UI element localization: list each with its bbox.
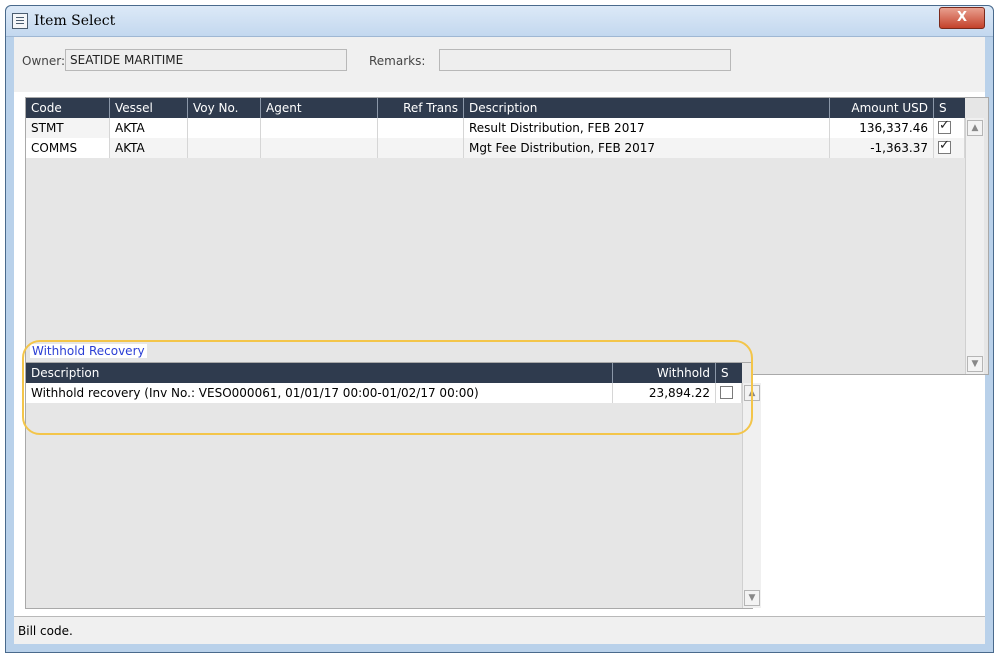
remarks-field[interactable]	[439, 49, 731, 71]
status-text: Bill code.	[18, 624, 73, 638]
column-header-amount-usd[interactable]: Amount USD	[830, 98, 934, 118]
list-icon	[12, 13, 28, 29]
column-header-description[interactable]: Description	[464, 98, 830, 118]
table-cell-vessel[interactable]: AKTA	[110, 118, 188, 138]
checkmark-icon: ✓	[939, 118, 950, 133]
dialog-body: Owner: SEATIDE MARITIME Remarks: Code Ve…	[14, 37, 989, 644]
column-header-code[interactable]: Code	[26, 98, 110, 118]
table-cell-description[interactable]: Mgt Fee Distribution, FEB 2017	[464, 138, 830, 158]
table-cell-amount[interactable]: 136,337.46	[830, 118, 934, 138]
table-cell-voy-no[interactable]	[188, 118, 261, 138]
item-select-window: Item Select X Owner: SEATIDE MARITIME Re…	[5, 5, 994, 653]
items-table: Code Vessel Voy No. Agent Ref Trans Desc…	[25, 97, 989, 375]
table-cell-code[interactable]: STMT	[26, 118, 110, 138]
scroll-down-arrow-icon[interactable]: ▼	[744, 590, 760, 606]
table-cell-withhold[interactable]: 23,894.22	[613, 383, 716, 403]
column-header-vessel[interactable]: Vessel	[110, 98, 188, 118]
close-icon: X	[956, 10, 968, 25]
remarks-label: Remarks:	[369, 54, 426, 68]
column-header-s[interactable]: S	[716, 363, 742, 383]
table-cell-select: ✓	[934, 118, 965, 138]
owner-field[interactable]: SEATIDE MARITIME	[65, 49, 347, 71]
table-cell-amount[interactable]: -1,363.37	[830, 138, 934, 158]
close-button[interactable]: X	[939, 7, 985, 29]
scroll-up-arrow-icon[interactable]: ▲	[744, 385, 760, 401]
table-cell-ref-trans[interactable]	[378, 138, 464, 158]
table-cell-agent[interactable]	[261, 118, 378, 138]
window-title: Item Select	[34, 13, 116, 29]
select-checkbox-withhold-row-1[interactable]	[720, 386, 733, 399]
table-cell-select: ✓	[934, 138, 965, 158]
table-cell-ref-trans[interactable]	[378, 118, 464, 138]
select-checkbox-row-1[interactable]: ✓	[938, 118, 951, 134]
table-cell-description[interactable]: Result Distribution, FEB 2017	[464, 118, 830, 138]
column-header-agent[interactable]: Agent	[261, 98, 378, 118]
withhold-scrollbar[interactable]: ▲ ▼	[742, 383, 761, 608]
table-cell-voy-no[interactable]	[188, 138, 261, 158]
table-cell-vessel[interactable]: AKTA	[110, 138, 188, 158]
table-cell-select	[716, 383, 742, 403]
withhold-recovery-label: Withhold Recovery	[30, 344, 147, 358]
items-scrollbar[interactable]: ▲ ▼	[965, 118, 984, 374]
table-cell-agent[interactable]	[261, 138, 378, 158]
title-bar[interactable]: Item Select X	[6, 6, 993, 37]
scroll-up-arrow-icon[interactable]: ▲	[967, 120, 983, 136]
table-cell-code[interactable]: COMMS	[26, 138, 110, 158]
column-header-ref-trans[interactable]: Ref Trans	[378, 98, 464, 118]
column-header-voy-no[interactable]: Voy No.	[188, 98, 261, 118]
column-header-s[interactable]: S	[934, 98, 965, 118]
table-cell-description[interactable]: Withhold recovery (Inv No.: VESO000061, …	[26, 383, 613, 403]
owner-row: Owner: SEATIDE MARITIME Remarks:	[14, 37, 985, 92]
status-bar: Bill code.	[14, 616, 985, 644]
scroll-down-arrow-icon[interactable]: ▼	[967, 356, 983, 372]
checkmark-icon: ✓	[939, 138, 950, 153]
owner-label: Owner:	[22, 54, 66, 68]
withhold-table: Description Withhold S Withhold recovery…	[25, 362, 761, 609]
select-checkbox-row-2[interactable]: ✓	[938, 138, 951, 154]
column-header-description[interactable]: Description	[26, 363, 613, 383]
column-header-withhold[interactable]: Withhold	[613, 363, 716, 383]
